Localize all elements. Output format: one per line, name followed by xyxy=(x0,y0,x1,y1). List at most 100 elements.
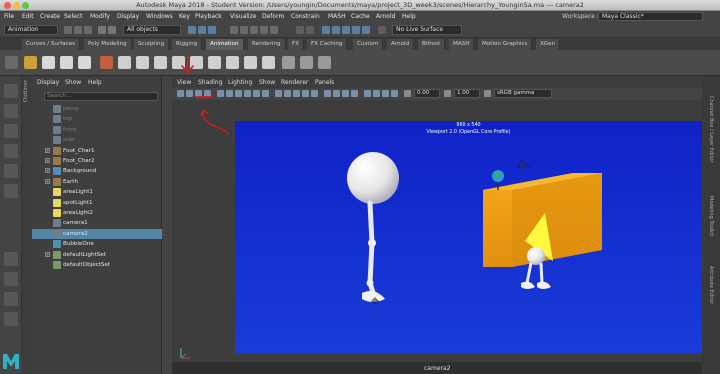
bind-skin-icon[interactable] xyxy=(154,56,167,69)
anti-aliasing-icon[interactable] xyxy=(342,90,349,97)
attribute-editor-tab[interactable]: Attribute Editor xyxy=(708,266,714,304)
menu-deform[interactable]: Deform xyxy=(262,13,284,20)
menu-mash[interactable]: MASH xyxy=(328,13,346,20)
outliner-item[interactable]: front xyxy=(32,125,162,135)
shelf-options-icon[interactable] xyxy=(5,56,18,69)
outliner-item[interactable]: spotLight1 xyxy=(32,198,162,208)
render-view-icon[interactable] xyxy=(322,26,330,34)
menu-playback[interactable]: Playback xyxy=(195,13,222,20)
shadows-icon[interactable] xyxy=(311,90,318,97)
snap-point-icon[interactable] xyxy=(250,26,258,34)
panel-menu-show[interactable]: Show xyxy=(259,79,275,86)
select-hierarchy-icon[interactable] xyxy=(188,26,196,34)
menu-modify[interactable]: Modify xyxy=(90,13,110,20)
menu-select[interactable]: Select xyxy=(64,13,83,20)
shelf-tab-rigging[interactable]: Rigging xyxy=(172,39,203,50)
field-chart-icon[interactable] xyxy=(253,90,260,97)
outliner-item[interactable]: + Earth xyxy=(32,177,162,187)
isolate-select-icon[interactable] xyxy=(364,90,371,97)
outliner-item[interactable]: camera1 xyxy=(32,218,162,228)
make-live-icon[interactable] xyxy=(270,26,278,34)
ambient-occlusion-icon[interactable] xyxy=(324,90,331,97)
modeling-toolkit-tab[interactable]: Modeling Toolkit xyxy=(708,196,714,236)
outliner-item[interactable]: BubbleOne xyxy=(32,239,162,249)
gamma-field[interactable]: 1.00 xyxy=(454,89,480,98)
shelf-tab-fx[interactable]: FX xyxy=(288,39,305,50)
menu-edit[interactable]: Edit xyxy=(22,13,34,20)
expand-icon[interactable]: + xyxy=(45,168,50,174)
gamma-icon[interactable] xyxy=(444,90,451,97)
single-pane-layout-icon[interactable] xyxy=(4,252,18,266)
channel-box-tab[interactable]: Channel Box / Layer Editor xyxy=(708,96,714,163)
menu-help[interactable]: Help xyxy=(402,13,416,20)
outliner-item[interactable]: + defaultLightSet xyxy=(32,250,162,260)
shelf-tab-motion-graphics[interactable]: Motion Graphics xyxy=(478,39,533,50)
menu-arnold[interactable]: Arnold xyxy=(376,13,395,20)
outliner-item[interactable]: + Foot_Char1 xyxy=(32,146,162,156)
four-pane-layout-icon[interactable] xyxy=(4,272,18,286)
shelf-tab-rendering[interactable]: Rendering xyxy=(248,39,286,50)
exposure-field[interactable]: 0.00 xyxy=(414,89,440,98)
wireframe-icon[interactable] xyxy=(275,90,282,97)
ik-handle-icon[interactable] xyxy=(136,56,149,69)
outliner-menu-help[interactable]: Help xyxy=(88,79,102,86)
paint-select-tool-icon[interactable] xyxy=(4,124,18,138)
shelf-tab-arnold[interactable]: Arnold xyxy=(387,39,415,50)
smooth-shade-icon[interactable] xyxy=(284,90,291,97)
menu-visualize[interactable]: Visualize xyxy=(230,13,256,20)
panel-menu-lighting[interactable]: Lighting xyxy=(228,79,252,86)
move-tool-icon[interactable] xyxy=(4,144,18,158)
xray-icon[interactable] xyxy=(373,90,380,97)
lasso-tool-icon[interactable] xyxy=(4,104,18,118)
xray-components-icon[interactable] xyxy=(391,90,398,97)
shelf-tab-xgen[interactable]: XGen xyxy=(536,39,561,50)
select-component-icon[interactable] xyxy=(208,26,216,34)
snap-view-plane-icon[interactable] xyxy=(260,26,268,34)
playblast-icon[interactable] xyxy=(318,56,331,69)
input-ops-icon[interactable] xyxy=(296,26,304,34)
panel-menu-renderer[interactable]: Renderer xyxy=(281,79,308,86)
motion-path-icon[interactable] xyxy=(282,56,295,69)
scale-tool-icon[interactable] xyxy=(4,184,18,198)
depth-of-field-icon[interactable] xyxy=(351,90,358,97)
snap-grid-icon[interactable] xyxy=(230,26,238,34)
viewport-canvas[interactable]: 960 x 540 Viewport 2.0 (OpenGL Core Prof… xyxy=(235,121,702,353)
object-filter-dropdown[interactable]: All objects xyxy=(123,25,181,35)
ipr-render-icon[interactable] xyxy=(342,26,350,34)
select-object-icon[interactable] xyxy=(198,26,206,34)
shelf-tab-sculpting[interactable]: Sculpting xyxy=(134,39,170,50)
open-scene-icon[interactable] xyxy=(74,26,82,34)
shelf-tab-custom[interactable]: Custom xyxy=(353,39,384,50)
outliner-item[interactable]: + Foot_Char2 xyxy=(32,156,162,166)
motion-blur-icon[interactable] xyxy=(333,90,340,97)
menu-key[interactable]: Key xyxy=(179,13,190,20)
outliner-item[interactable]: areaLight1 xyxy=(32,187,162,197)
exposure-icon[interactable] xyxy=(404,90,411,97)
safe-action-icon[interactable] xyxy=(262,90,269,97)
gate-mask-icon[interactable] xyxy=(244,90,251,97)
menuset-dropdown[interactable]: Animation xyxy=(4,25,58,35)
render-settings-icon[interactable] xyxy=(352,26,360,34)
outliner-item[interactable]: + Background xyxy=(32,166,162,176)
menu-constrain[interactable]: Constrain xyxy=(291,13,320,20)
pole-vector-icon[interactable] xyxy=(262,56,275,69)
outliner-item[interactable]: camera2 xyxy=(32,228,162,239)
ghost-icon[interactable] xyxy=(300,56,313,69)
shelf-tab-curves-surfaces[interactable]: Curves / Surfaces xyxy=(22,39,81,50)
outliner-item[interactable]: persp xyxy=(32,104,162,114)
expand-icon[interactable]: + xyxy=(45,158,50,163)
render-frame-icon[interactable] xyxy=(332,26,340,34)
use-all-lights-icon[interactable] xyxy=(302,90,309,97)
shelf-tab-bifrost[interactable]: Bifrost xyxy=(418,39,446,50)
snap-curve-icon[interactable] xyxy=(240,26,248,34)
textured-icon[interactable] xyxy=(293,90,300,97)
outliner-item[interactable]: side xyxy=(32,135,162,145)
new-scene-icon[interactable] xyxy=(64,26,72,34)
aim-constraint-icon[interactable] xyxy=(244,56,257,69)
undo-icon[interactable] xyxy=(98,26,106,34)
redo-icon[interactable] xyxy=(108,26,116,34)
shelf-tab-animation[interactable]: Animation xyxy=(206,39,244,50)
live-surface-field[interactable]: No Live Surface xyxy=(392,25,462,35)
view-transform-dropdown[interactable]: sRGB gamma xyxy=(494,89,552,98)
create-joint-icon[interactable] xyxy=(118,56,131,69)
